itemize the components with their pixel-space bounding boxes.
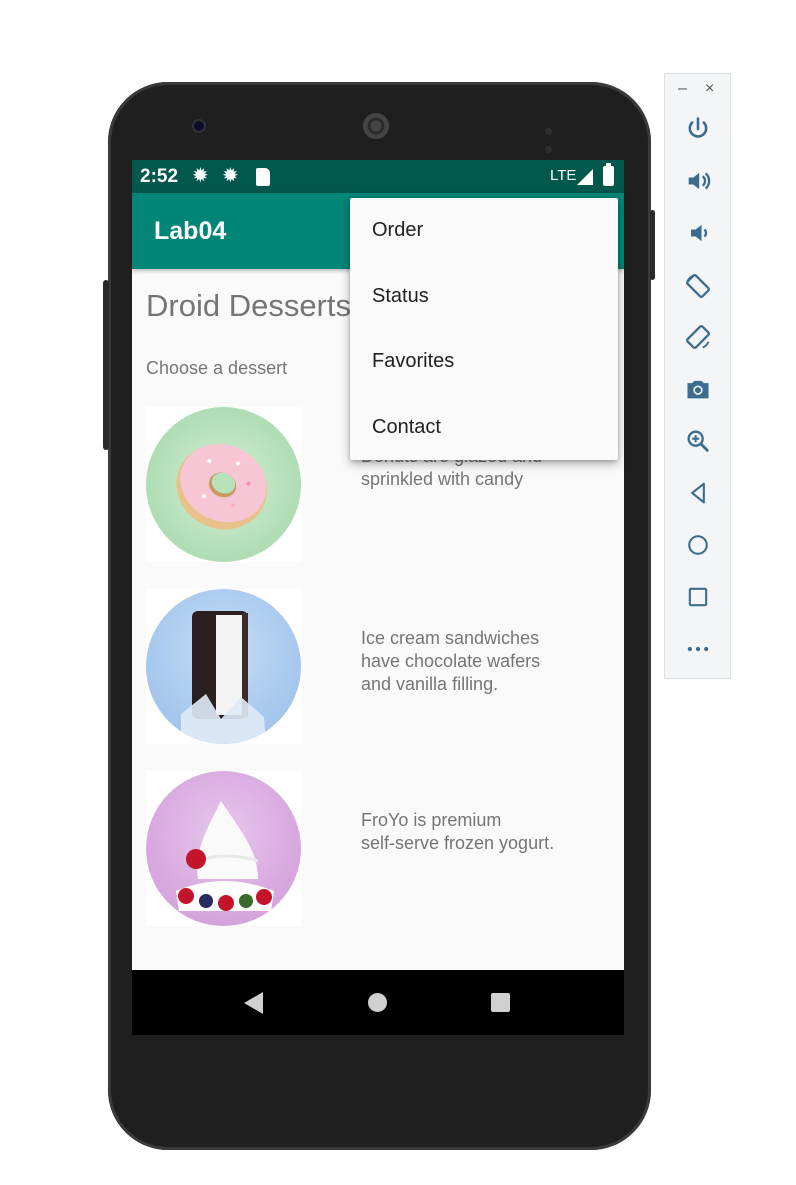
menu-item-order[interactable]: Order bbox=[350, 198, 618, 263]
overflow-menu: Order Status Favorites Contact bbox=[350, 198, 618, 460]
page-title: Droid Desserts bbox=[146, 288, 351, 323]
rotate-left-icon[interactable] bbox=[682, 270, 714, 302]
page-subtitle: Choose a dessert bbox=[146, 358, 288, 378]
menu-item-favorites[interactable]: Favorites bbox=[350, 329, 618, 394]
sd-card-icon bbox=[256, 168, 270, 186]
status-time: 2:52 bbox=[140, 166, 179, 187]
battery-icon bbox=[603, 163, 614, 186]
phone-side-button-right bbox=[650, 210, 655, 280]
status-bar: 2:52 ✹ ✹ LTE bbox=[132, 160, 624, 193]
back-icon[interactable] bbox=[244, 992, 263, 1014]
volume-down-icon[interactable] bbox=[682, 217, 714, 249]
settings-notification-icon: ✹ bbox=[192, 165, 209, 187]
camera-icon[interactable] bbox=[682, 373, 714, 405]
emulator-toolbar: – × bbox=[664, 73, 731, 679]
zoom-icon[interactable] bbox=[682, 425, 714, 457]
ice-cream-sandwich-image[interactable] bbox=[146, 589, 301, 744]
froyo-image[interactable] bbox=[146, 771, 301, 926]
earpiece-speaker bbox=[363, 113, 389, 139]
dessert-item-ice-cream-sandwich[interactable]: Ice cream sandwiches have chocolate wafe… bbox=[146, 589, 616, 744]
navigation-bar bbox=[132, 970, 624, 1035]
front-camera bbox=[192, 119, 206, 133]
dessert-description: Ice cream sandwiches have chocolate wafe… bbox=[361, 628, 541, 694]
network-type: LTE bbox=[550, 167, 577, 184]
dessert-description: FroYo is premium self-serve frozen yogur… bbox=[361, 810, 555, 853]
recents-icon[interactable] bbox=[491, 993, 510, 1012]
menu-item-contact[interactable]: Contact bbox=[350, 395, 618, 460]
minimize-button[interactable]: – bbox=[678, 80, 687, 98]
home-icon[interactable] bbox=[368, 993, 387, 1012]
back-icon[interactable] bbox=[682, 477, 714, 509]
phone-side-button-left bbox=[103, 280, 109, 450]
rotate-right-icon[interactable] bbox=[682, 321, 714, 353]
volume-up-icon[interactable] bbox=[682, 165, 714, 197]
proximity-sensors bbox=[545, 122, 569, 153]
settings-notification-icon-2: ✹ bbox=[222, 165, 239, 187]
signal-icon bbox=[577, 169, 593, 185]
app-title: Lab04 bbox=[154, 217, 227, 245]
power-icon[interactable] bbox=[682, 113, 714, 145]
home-icon[interactable] bbox=[682, 529, 714, 561]
close-button[interactable]: × bbox=[705, 80, 714, 98]
donut-image[interactable] bbox=[146, 407, 301, 562]
dessert-item-froyo[interactable]: FroYo is premium self-serve frozen yogur… bbox=[146, 771, 616, 926]
overview-icon[interactable] bbox=[682, 581, 714, 613]
menu-item-status[interactable]: Status bbox=[350, 264, 618, 329]
more-icon[interactable] bbox=[682, 633, 714, 665]
